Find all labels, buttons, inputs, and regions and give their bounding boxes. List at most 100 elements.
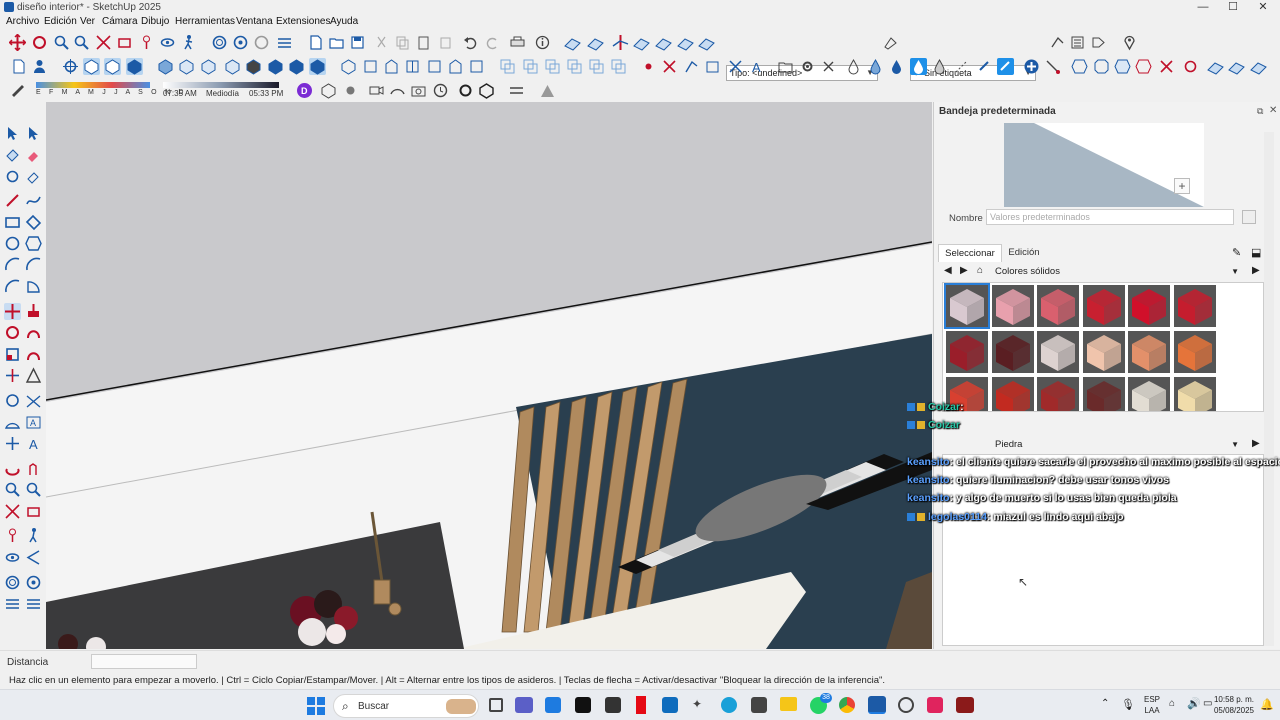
open-folder-icon[interactable] — [328, 34, 345, 51]
bottom-camera-icon[interactable] — [468, 58, 485, 75]
smoove-icon[interactable] — [612, 34, 629, 51]
iso-camera-icon[interactable] — [340, 58, 357, 75]
path-tool-icon[interactable] — [1044, 58, 1061, 75]
push-pull-icon[interactable] — [25, 303, 42, 320]
rectangle-tool-icon[interactable] — [4, 214, 21, 231]
eyedropper-icon[interactable]: ✎ — [1232, 246, 1241, 259]
tray-close-icon[interactable]: ✕ — [1269, 105, 1277, 116]
zoom-extents-tool-icon[interactable] — [4, 503, 21, 520]
iso-view-icon[interactable] — [157, 58, 174, 75]
water-drop-blue-icon[interactable] — [867, 58, 884, 75]
add-detail-icon[interactable] — [677, 34, 694, 51]
network-icon[interactable]: ⌂ — [1169, 698, 1175, 709]
create-material-icon[interactable]: + — [1174, 178, 1190, 194]
water-drop-active-icon[interactable] — [910, 58, 927, 75]
menu-ayuda[interactable]: Ayuda — [330, 16, 358, 27]
stamp-icon[interactable] — [633, 34, 650, 51]
material-swatch[interactable] — [1128, 377, 1170, 411]
front-camera-icon[interactable] — [383, 58, 400, 75]
shape-star-icon[interactable] — [1135, 58, 1152, 75]
snapshot-icon[interactable] — [410, 82, 427, 99]
flip-tool-icon[interactable] — [4, 367, 21, 384]
tape-measure-tool-icon[interactable] — [4, 392, 21, 409]
section-tool-icon[interactable] — [25, 549, 42, 566]
panorama-icon[interactable] — [389, 82, 406, 99]
eraser-drop-icon[interactable] — [931, 58, 948, 75]
rotate-tool-icon[interactable] — [4, 324, 21, 341]
details-arrow-icon[interactable]: ▶ — [1252, 265, 1260, 276]
select-arrow-icon[interactable] — [4, 125, 21, 142]
user-account-icon[interactable] — [31, 58, 48, 75]
material-swatch[interactable] — [991, 285, 1034, 327]
orbit-tool-icon[interactable] — [4, 460, 21, 477]
folder-icon[interactable] — [777, 58, 794, 75]
drape-icon[interactable] — [655, 34, 672, 51]
material-swatch[interactable] — [1173, 377, 1216, 411]
line-tool-icon[interactable] — [4, 192, 21, 209]
menu-archivo[interactable]: Archivo — [6, 16, 39, 27]
time-slider[interactable] — [163, 82, 279, 88]
water-drop-filled-icon[interactable] — [888, 58, 905, 75]
outliner-icon[interactable] — [1069, 34, 1086, 51]
obs-icon[interactable] — [898, 697, 914, 713]
menu-extensiones[interactable]: Extensiones — [276, 16, 330, 27]
solid-tools-icon[interactable] — [25, 367, 42, 384]
clock[interactable]: 10:58 p. m. 05/08/2025 — [1208, 694, 1254, 716]
wireframe-icon[interactable] — [126, 58, 143, 75]
display-section-cuts-icon[interactable] — [253, 34, 270, 51]
chrome-icon[interactable] — [839, 697, 855, 713]
default-material-icon[interactable] — [1242, 210, 1256, 224]
shaded-textures-icon[interactable] — [309, 58, 326, 75]
secondary-collection-select[interactable]: Piedra ▼ — [992, 437, 1242, 452]
warehouse-icon[interactable] — [704, 58, 721, 75]
position-camera-icon[interactable] — [138, 34, 155, 51]
steam-icon[interactable] — [751, 697, 767, 713]
shape-octagon-icon[interactable] — [1093, 58, 1110, 75]
print-icon[interactable] — [509, 34, 526, 51]
gear-icon[interactable] — [799, 58, 816, 75]
subtract-icon[interactable] — [566, 58, 583, 75]
look-around-icon[interactable] — [159, 34, 176, 51]
paste-icon[interactable] — [415, 34, 432, 51]
shape-triangle-icon[interactable] — [539, 82, 556, 99]
language-indicator[interactable]: ESP LAA — [1144, 694, 1160, 716]
dotted-tool-icon[interactable] — [953, 58, 970, 75]
store-icon[interactable] — [545, 697, 561, 713]
new-page-icon[interactable] — [10, 58, 27, 75]
material-swatch[interactable] — [1037, 285, 1079, 327]
look-around-tool-icon[interactable] — [4, 549, 21, 566]
teams-icon[interactable] — [515, 697, 533, 713]
scale-tool-icon[interactable] — [4, 346, 21, 363]
model-info-icon[interactable] — [534, 34, 551, 51]
volume-icon[interactable]: 🔊 — [1187, 697, 1201, 710]
circle-tool-icon[interactable] — [4, 235, 21, 252]
axes-tool-icon[interactable] — [4, 435, 21, 452]
trim-icon[interactable] — [588, 58, 605, 75]
sandbox-scratch-icon[interactable] — [587, 34, 604, 51]
walk-tool-icon[interactable] — [25, 527, 42, 544]
terrain-c-icon[interactable] — [1250, 58, 1267, 75]
notification-bell-icon[interactable]: 🔔 — [1260, 698, 1274, 711]
menu-dibujo[interactable]: Dibujo — [141, 16, 169, 27]
minimize-button[interactable]: — — [1188, 0, 1218, 15]
three-point-arc-icon[interactable] — [4, 278, 21, 295]
dimension-tool-icon[interactable] — [25, 392, 42, 409]
toggle-terrain-icon[interactable] — [661, 58, 678, 75]
move-tool-icon[interactable] — [4, 303, 21, 320]
eraser-icon[interactable] — [25, 147, 42, 164]
intersect-icon[interactable] — [522, 58, 539, 75]
model-viewport[interactable] — [46, 102, 932, 649]
edge-icon[interactable] — [721, 697, 737, 713]
record-icon[interactable] — [342, 82, 359, 99]
material-swatch[interactable] — [1128, 331, 1170, 373]
paint-bucket-icon[interactable] — [4, 147, 21, 164]
text-style-icon[interactable]: A — [748, 58, 765, 75]
text-tool-icon[interactable]: A — [25, 414, 42, 431]
camera-record-icon[interactable] — [368, 82, 385, 99]
paint-tag-icon[interactable] — [882, 34, 899, 51]
outlook-icon[interactable] — [662, 697, 678, 713]
photo-texture-icon[interactable] — [683, 58, 700, 75]
polygon-tool-icon[interactable] — [25, 235, 42, 252]
material-swatch[interactable] — [944, 283, 990, 329]
name-input[interactable]: Valores predeterminados — [986, 209, 1234, 225]
